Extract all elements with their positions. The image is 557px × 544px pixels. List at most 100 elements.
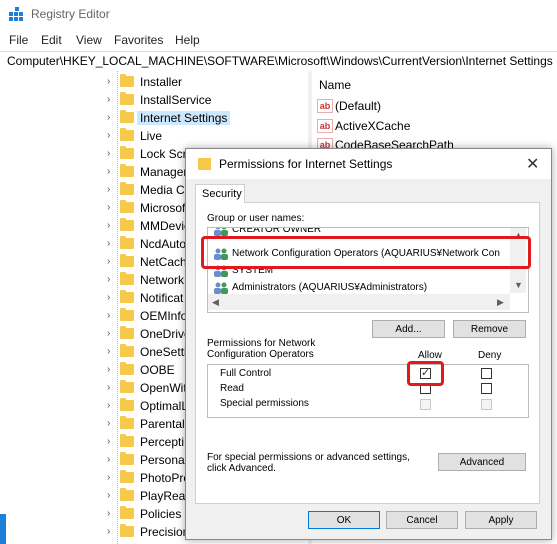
folder-icon — [120, 434, 134, 447]
chevron-right-icon[interactable]: › — [107, 526, 110, 537]
chevron-right-icon[interactable]: › — [107, 130, 110, 141]
folder-icon — [120, 200, 134, 213]
permissions-dialog: Permissions for Internet Settings ✕ Secu… — [185, 148, 552, 540]
tree-item-label: OneDrive — [140, 327, 191, 341]
group-list-label: Group or user names: — [207, 213, 305, 224]
users-icon — [214, 282, 228, 294]
folder-icon — [120, 272, 134, 285]
folder-icon — [120, 524, 134, 537]
tree-item-label: NcdAuto — [140, 237, 187, 251]
tree-item-label: Microsof — [140, 201, 186, 215]
advanced-button[interactable]: Advanced — [438, 453, 526, 471]
remove-button[interactable]: Remove — [453, 320, 526, 338]
menu-view[interactable]: View — [76, 33, 102, 47]
registry-editor-icon — [9, 7, 23, 21]
permission-label: Full Control — [220, 368, 272, 379]
tree-item-label: OOBE — [140, 363, 175, 377]
chevron-right-icon[interactable]: › — [107, 292, 110, 303]
folder-icon — [120, 488, 134, 501]
menu-favorites[interactable]: Favorites — [114, 33, 163, 47]
tree-item-label: Live — [140, 129, 163, 143]
read-deny-checkbox[interactable] — [481, 383, 492, 394]
folder-icon — [120, 110, 134, 123]
folder-icon — [120, 506, 134, 519]
chevron-right-icon[interactable]: › — [107, 238, 110, 249]
folder-icon — [120, 362, 134, 375]
chevron-right-icon[interactable]: › — [107, 202, 110, 213]
close-icon[interactable]: ✕ — [526, 154, 539, 174]
folder-icon — [120, 344, 134, 357]
chevron-right-icon[interactable]: › — [107, 436, 110, 447]
apply-button[interactable]: Apply — [465, 511, 537, 529]
chevron-right-icon[interactable]: › — [107, 184, 110, 195]
address-bar[interactable]: Computer\HKEY_LOCAL_MACHINE\SOFTWARE\Mic… — [0, 51, 557, 72]
scroll-down-icon[interactable]: ▼ — [514, 280, 523, 290]
cancel-button[interactable]: Cancel — [386, 511, 458, 529]
string-value-icon: ab — [317, 99, 333, 113]
chevron-right-icon[interactable]: › — [107, 490, 110, 501]
tree-item[interactable]: › InstallService — [0, 91, 308, 109]
folder-icon — [120, 128, 134, 141]
tree-item[interactable]: › Installer — [0, 73, 308, 91]
scroll-left-icon[interactable]: ◀ — [212, 297, 219, 308]
value-name: ActiveXCache — [335, 119, 411, 133]
chevron-right-icon[interactable]: › — [107, 94, 110, 105]
folder-icon — [120, 254, 134, 267]
add-button[interactable]: Add... — [372, 320, 445, 338]
chevron-right-icon[interactable]: › — [107, 166, 110, 177]
folder-icon — [120, 146, 134, 159]
menu-help[interactable]: Help — [175, 33, 200, 47]
tree-item-label: OpenWit — [140, 381, 187, 395]
scroll-right-icon[interactable]: ▶ — [497, 297, 504, 308]
column-header-name[interactable]: Name — [319, 78, 351, 92]
folder-icon — [120, 74, 134, 87]
chevron-right-icon[interactable]: › — [107, 328, 110, 339]
highlight-selected-group — [201, 236, 531, 269]
menu-edit[interactable]: Edit — [41, 33, 62, 47]
ok-button[interactable]: OK — [308, 511, 380, 529]
folder-icon — [120, 326, 134, 339]
tree-item-label: Manager — [140, 165, 188, 179]
tree-item-label: InstallService — [140, 93, 212, 107]
tab-security[interactable]: Security — [195, 184, 245, 203]
value-name: (Default) — [335, 99, 382, 113]
deny-column-header: Deny — [478, 350, 502, 361]
folder-icon — [120, 308, 134, 321]
special-allow-checkbox — [420, 399, 431, 410]
string-value-icon: ab — [317, 119, 333, 133]
chevron-right-icon[interactable]: › — [107, 148, 110, 159]
chevron-right-icon[interactable]: › — [107, 400, 110, 411]
chevron-right-icon[interactable]: › — [107, 418, 110, 429]
chevron-right-icon[interactable]: › — [107, 220, 110, 231]
full-control-deny-checkbox[interactable] — [481, 368, 492, 379]
folder-icon — [120, 236, 134, 249]
chevron-right-icon[interactable]: › — [107, 382, 110, 393]
tree-item-label: Policies — [140, 507, 182, 521]
chevron-right-icon[interactable]: › — [107, 364, 110, 375]
tree-item-label: OptimalL — [140, 399, 189, 413]
folder-icon — [120, 92, 134, 105]
chevron-right-icon[interactable]: › — [107, 310, 110, 321]
chevron-right-icon[interactable]: › — [107, 256, 110, 267]
tree-item-selected[interactable]: › Internet Settings — [0, 109, 308, 127]
folder-icon — [120, 290, 134, 303]
tree-item[interactable]: › Live — [0, 127, 308, 145]
address-path[interactable]: Computer\HKEY_LOCAL_MACHINE\SOFTWARE\Mic… — [7, 54, 553, 68]
chevron-right-icon[interactable]: › — [107, 346, 110, 357]
group-name: CREATOR OWNER — [232, 227, 322, 235]
chevron-right-icon[interactable]: › — [107, 454, 110, 465]
list-horizontal-scrollbar[interactable]: ◀ ▶ — [208, 294, 510, 310]
tree-item-label: Notificat — [140, 291, 184, 305]
tree-item-label: Network — [140, 273, 185, 287]
tree-item-label: Parental — [140, 417, 185, 431]
dialog-title: Permissions for Internet Settings — [219, 157, 393, 171]
chevron-right-icon[interactable]: › — [107, 472, 110, 483]
tree-item-label: MMDevic — [140, 219, 190, 233]
tree-item-label: Percepti — [140, 435, 185, 449]
menu-file[interactable]: File — [9, 33, 28, 47]
chevron-right-icon[interactable]: › — [107, 508, 110, 519]
chevron-right-icon[interactable]: › — [107, 274, 110, 285]
tree-item-label: OneSetti — [140, 345, 187, 359]
chevron-right-icon[interactable]: › — [107, 76, 110, 87]
chevron-right-icon[interactable]: › — [107, 112, 110, 123]
